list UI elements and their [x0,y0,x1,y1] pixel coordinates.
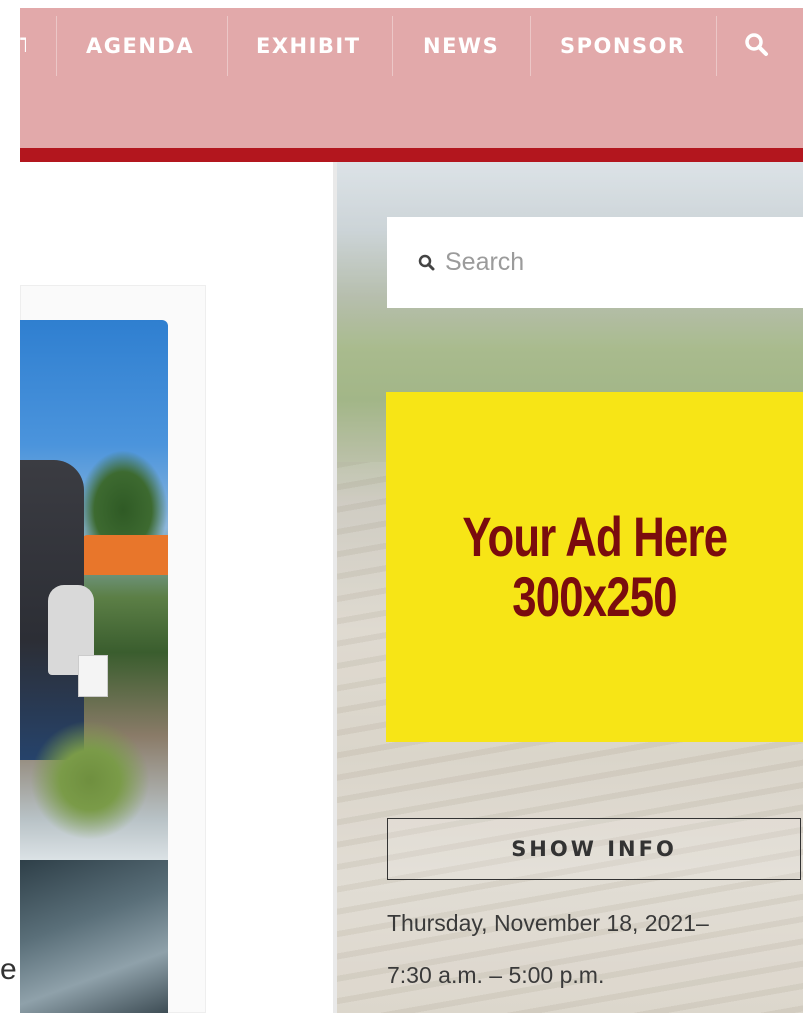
nav-separator [716,16,717,76]
nav-item-partial[interactable]: T [20,22,26,70]
show-info-button[interactable]: SHOW INFO [387,818,801,880]
nav-separator [530,16,531,76]
sidebar-search [387,217,803,308]
nav-item-exhibit[interactable]: EXHIBIT [256,22,361,70]
nav-search-icon[interactable] [744,32,770,58]
clipped-text: e [0,955,17,985]
search-icon [745,33,768,56]
nav-item-news[interactable]: NEWS [423,22,499,70]
photo-ground-shadow [20,860,168,1013]
photo-plant [30,720,150,840]
photo-bag [78,655,108,697]
ad-line-2: 300x250 [512,565,677,628]
show-time: 7:30 a.m. – 5:00 p.m. [387,962,605,988]
ad-banner[interactable]: Your Ad Here 300x250 [386,392,803,742]
search-icon [417,253,437,273]
nav-separator [392,16,393,76]
nav-separator [56,16,57,76]
nav-item-agenda[interactable]: AGENDA [86,22,194,70]
photo-tent [80,535,168,575]
nav-separator [227,16,228,76]
main-nav: T AGENDA EXHIBIT NEWS SPONSOR [20,8,803,148]
ad-line-1: Your Ad Here [462,505,728,568]
accent-band [20,148,803,162]
show-date: Thursday, November 18, 2021– [387,910,709,936]
search-input[interactable] [445,248,775,277]
featured-photo[interactable] [20,320,168,1013]
nav-item-sponsor[interactable]: SPONSOR [560,22,686,70]
